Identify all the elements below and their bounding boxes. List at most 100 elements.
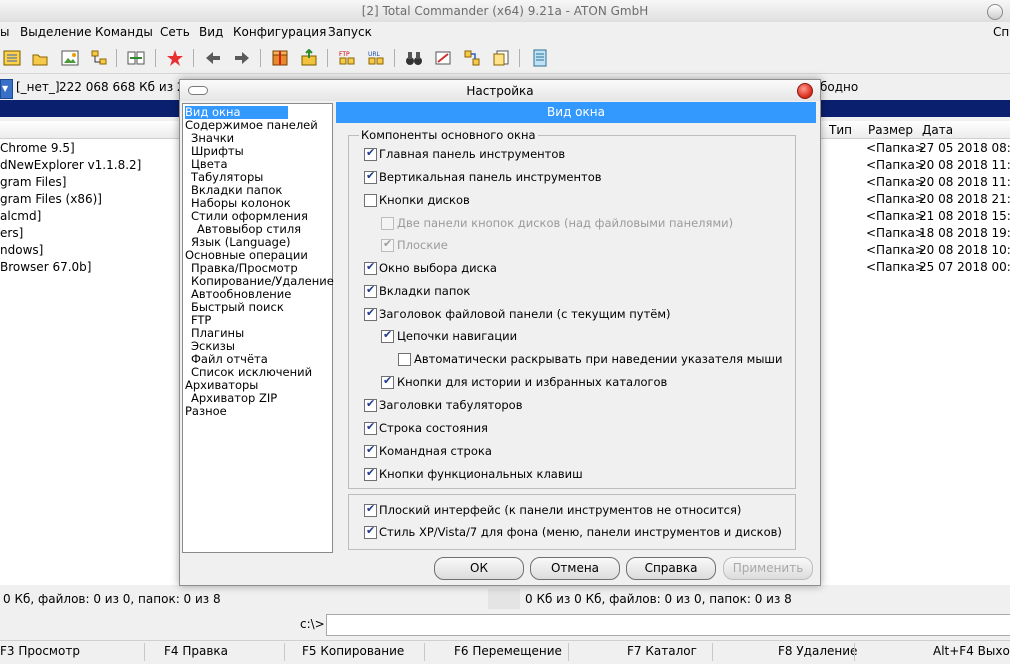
ftp-icon[interactable]: FTP (338, 49, 356, 67)
page-title: Вид окна (336, 102, 816, 123)
col-size[interactable]: Размер (868, 123, 913, 137)
unpack-icon[interactable] (300, 49, 318, 67)
list-item[interactable]: Browser 67.0b] (0, 260, 91, 277)
row-size[interactable]: <Папка> (866, 158, 925, 175)
f3-view-button[interactable]: F3 Просмотр (0, 644, 80, 658)
row-size[interactable]: <Папка> (866, 226, 925, 243)
forward-icon[interactable] (233, 49, 251, 67)
checkbox-folder-tabs[interactable] (364, 283, 377, 298)
ok-button[interactable]: ОК (434, 557, 524, 580)
row-size[interactable]: <Папка> (866, 192, 925, 209)
row-date[interactable]: 27 05 2018 08:46 (919, 141, 1010, 158)
alt-f4-exit-button[interactable]: Alt+F4 Выход (933, 644, 1010, 658)
row-date[interactable]: 20 08 2018 21:21 (919, 192, 1010, 209)
window-control-icon[interactable] (987, 4, 1003, 20)
binoculars-icon[interactable] (405, 49, 423, 67)
menu-selection[interactable]: Выделение (20, 25, 91, 39)
checkbox-panel-header[interactable] (364, 306, 377, 321)
f8-delete-button[interactable]: F8 Удаление (778, 644, 857, 658)
copy-names-icon[interactable] (492, 49, 510, 67)
row-date[interactable]: 20 08 2018 11:41 (919, 158, 1010, 175)
close-icon[interactable] (797, 83, 813, 99)
row-date[interactable]: 20 08 2018 11:04 (919, 175, 1010, 192)
drive-dropdown[interactable] (0, 79, 13, 99)
checkbox-label: Командная строка (379, 444, 492, 458)
row-date[interactable]: 21 08 2018 15:56 (919, 209, 1010, 226)
row-size[interactable]: <Папка> (866, 141, 925, 158)
row-size[interactable]: <Папка> (866, 209, 925, 226)
rename-icon[interactable] (434, 49, 452, 67)
checkbox-tab-headers[interactable] (364, 397, 377, 412)
menu-configuration[interactable]: Конфигурация (233, 25, 326, 39)
url-icon[interactable]: URL (367, 49, 385, 67)
tree-item-misc[interactable]: Разное (185, 405, 227, 418)
menu-network[interactable]: Сеть (160, 25, 190, 39)
sync-icon[interactable] (127, 49, 145, 67)
list-item[interactable]: gram Files] (0, 175, 66, 192)
folder-icon[interactable] (31, 49, 49, 67)
checkbox-vertical-toolbar[interactable] (364, 169, 377, 184)
checkbox-label: Плоский интерфейс (к панели инструментов… (379, 503, 742, 517)
list-item[interactable]: ers] (0, 226, 23, 243)
row-date[interactable]: 20 08 2018 10:46 (919, 243, 1010, 260)
f4-edit-button[interactable]: F4 Правка (164, 644, 228, 658)
notepad-icon[interactable] (531, 49, 549, 67)
menu-launch[interactable]: Запуск (328, 25, 372, 39)
list-item[interactable]: alcmd] (0, 209, 41, 226)
cmd-prompt: c:\> (300, 617, 325, 631)
menu-commands[interactable]: Команды (95, 25, 153, 39)
dialog-title: Настройка (466, 84, 534, 98)
checkbox-drive-combo[interactable] (364, 260, 377, 275)
checkbox-label: Главная панель инструментов (379, 147, 566, 161)
checkbox-main-toolbar[interactable] (364, 146, 377, 161)
list-item[interactable]: ndows] (0, 243, 43, 260)
view-icon[interactable] (3, 49, 21, 67)
checkbox-history-buttons[interactable] (381, 374, 394, 389)
checkbox-flat (381, 237, 394, 252)
dialog-title-bar[interactable]: Настройка (180, 80, 820, 101)
checkbox-command-line[interactable] (364, 443, 377, 458)
checkbox-flat-interface[interactable] (364, 502, 377, 517)
settings-dialog: Настройка Вид окна Содержимое панелей Зн… (179, 79, 821, 586)
checkbox-label: Заголовки табуляторов (379, 398, 523, 412)
left-status-bar: 0 Кб, файлов: 0 из 0, папок: 0 из 8 (0, 589, 488, 609)
list-item[interactable]: Chrome 9.5] (0, 141, 75, 158)
menu-help[interactable]: Сп (993, 25, 1009, 39)
checkbox-label: Заголовок файловой панели (с текущим пут… (379, 307, 671, 321)
f7-mkdir-button[interactable]: F7 Каталог (627, 644, 697, 658)
f6-move-button[interactable]: F6 Перемещение (454, 644, 562, 658)
right-status-bar: 0 Кб из 0 Кб, файлов: 0 из 0, папок: 0 и… (522, 589, 1010, 609)
row-date[interactable]: 25 07 2018 00:53 (919, 260, 1010, 277)
row-size[interactable]: <Папка> (866, 260, 925, 277)
image-icon[interactable] (61, 49, 79, 67)
col-type[interactable]: Тип (829, 123, 852, 137)
right-status-text: 0 Кб из 0 Кб, файлов: 0 из 0, папок: 0 и… (525, 592, 792, 606)
apply-button[interactable]: Применить (723, 557, 813, 580)
pack-icon[interactable] (271, 49, 289, 67)
menu-bar: ы Выделение Команды Сеть Вид Конфигураци… (0, 22, 1010, 42)
back-icon[interactable] (204, 49, 222, 67)
window-title: [2] Total Commander (x64) 9.21a - ATON G… (361, 4, 649, 18)
compare-icon[interactable] (463, 49, 481, 67)
row-size[interactable]: <Папка> (866, 175, 925, 192)
checkbox-function-keys[interactable] (364, 466, 377, 481)
list-item[interactable]: dNewExplorer v1.1.8.2] (0, 158, 141, 175)
cmd-input[interactable] (326, 614, 1010, 636)
checkbox-breadcrumbs[interactable] (381, 328, 394, 343)
help-button[interactable]: Справка (626, 557, 716, 580)
row-size[interactable]: <Папка> (866, 243, 925, 260)
checkbox-auto-expand[interactable] (398, 353, 411, 366)
checkbox-status-bar[interactable] (364, 420, 377, 435)
star-icon[interactable] (166, 49, 184, 67)
col-date[interactable]: Дата (922, 123, 953, 137)
f5-copy-button[interactable]: F5 Копирование (302, 644, 404, 658)
menu-view[interactable]: Вид (199, 25, 223, 39)
list-item[interactable]: gram Files (x86)] (0, 192, 102, 209)
menu-files[interactable]: ы (0, 25, 9, 39)
tree-icon[interactable] (90, 49, 108, 67)
checkbox-drive-buttons[interactable] (364, 194, 377, 207)
row-date[interactable]: 18 08 2018 19:14 (919, 226, 1010, 243)
cancel-button[interactable]: Отмена (530, 557, 620, 580)
checkbox-xp-style[interactable] (364, 524, 377, 539)
checkbox-label: Вкладки папок (379, 284, 471, 298)
